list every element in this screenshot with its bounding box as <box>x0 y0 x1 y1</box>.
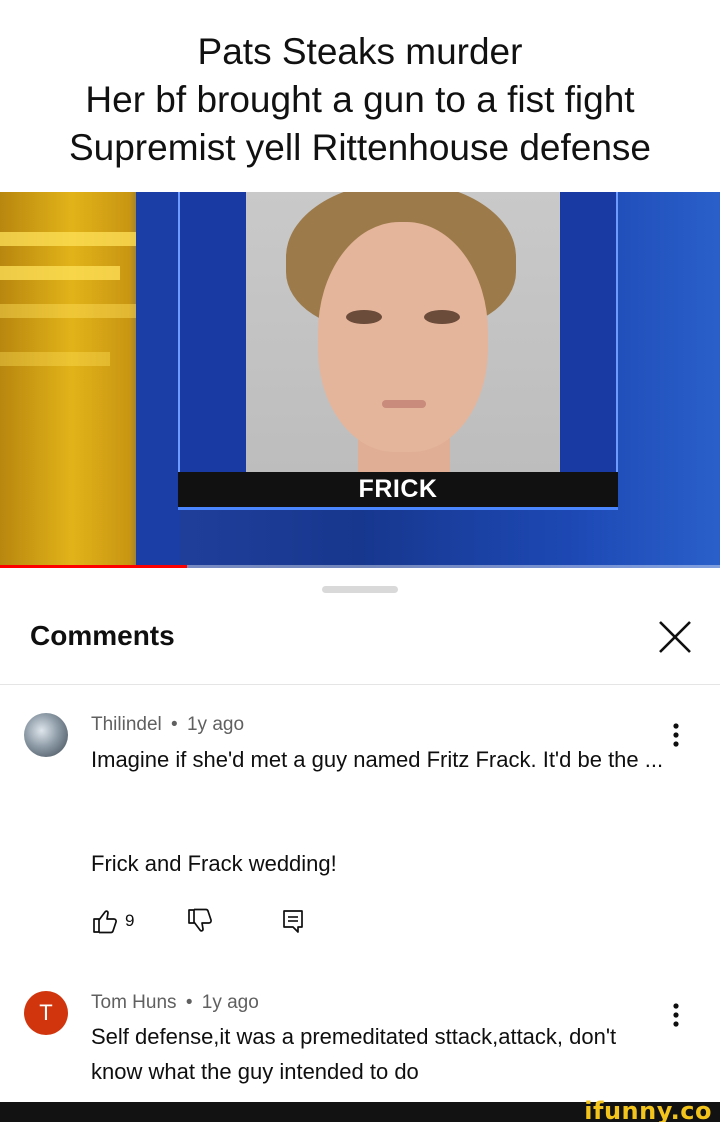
video-player[interactable]: FRICK <box>0 192 720 568</box>
close-icon <box>659 621 691 653</box>
caption-line-2: Her bf brought a gun to a fist fight <box>85 79 635 120</box>
header-divider <box>0 684 720 685</box>
watermark-bar: ifunny.co <box>0 1097 720 1122</box>
background-stripe <box>0 352 110 366</box>
like-count: 9 <box>125 911 135 930</box>
comment-actions: 9 <box>91 907 306 935</box>
comment-age: 1y ago <box>186 714 245 735</box>
background-stripe <box>0 232 136 246</box>
comment-text-line: Frick and Frack wedding! <box>91 851 337 876</box>
mugshot-mouth <box>382 400 426 408</box>
comment-text: Imagine if she'd met a guy named Fritz F… <box>91 747 664 772</box>
reply-button[interactable] <box>280 907 306 935</box>
mugshot-photo <box>246 192 560 472</box>
caption-line-1: Pats Steaks murder <box>197 31 523 72</box>
caption-line-3: Supremist yell Rittenhouse defense <box>68 127 652 168</box>
meme-caption: Pats Steaks murder Her bf brought a gun … <box>0 0 720 192</box>
background-stripe <box>0 266 120 280</box>
comment-meta: Thilindel • 1y ago <box>91 714 244 736</box>
dislike-button[interactable] <box>186 907 214 935</box>
name-banner-text: FRICK <box>358 475 438 503</box>
mugshot-eye <box>424 310 460 324</box>
comment-text: Self defense,it was a premeditated sttac… <box>91 1024 617 1084</box>
thumbs-down-icon <box>188 908 213 932</box>
meta-separator: • <box>171 714 178 735</box>
comment-age: 1y ago <box>201 992 259 1013</box>
like-button[interactable]: 9 <box>91 907 134 935</box>
drag-handle[interactable] <box>322 586 398 593</box>
comments-title: Comments <box>30 620 175 651</box>
meta-separator: • <box>185 992 193 1013</box>
background-panel <box>136 192 180 568</box>
avatar[interactable]: T <box>24 991 68 1035</box>
name-banner: FRICK <box>178 472 618 510</box>
reply-comment-icon <box>283 910 304 933</box>
ifunny-logo: ifunny.co <box>584 1097 712 1122</box>
mugshot-face <box>318 222 488 452</box>
avatar-letter: T <box>39 1000 53 1025</box>
comments-sheet: Comments Thilindel • 1y ago Imagine if s… <box>0 568 720 1102</box>
mugshot-eye <box>346 310 382 324</box>
avatar[interactable] <box>24 713 68 757</box>
thumbs-up-icon <box>93 910 117 934</box>
comment-author[interactable]: Thilindel <box>91 714 162 735</box>
comment-author[interactable]: Tom Huns <box>91 992 177 1013</box>
comment-meta: Tom Huns • 1y ago <box>91 992 259 1014</box>
background-stripe <box>0 304 136 318</box>
close-button[interactable] <box>652 616 696 660</box>
